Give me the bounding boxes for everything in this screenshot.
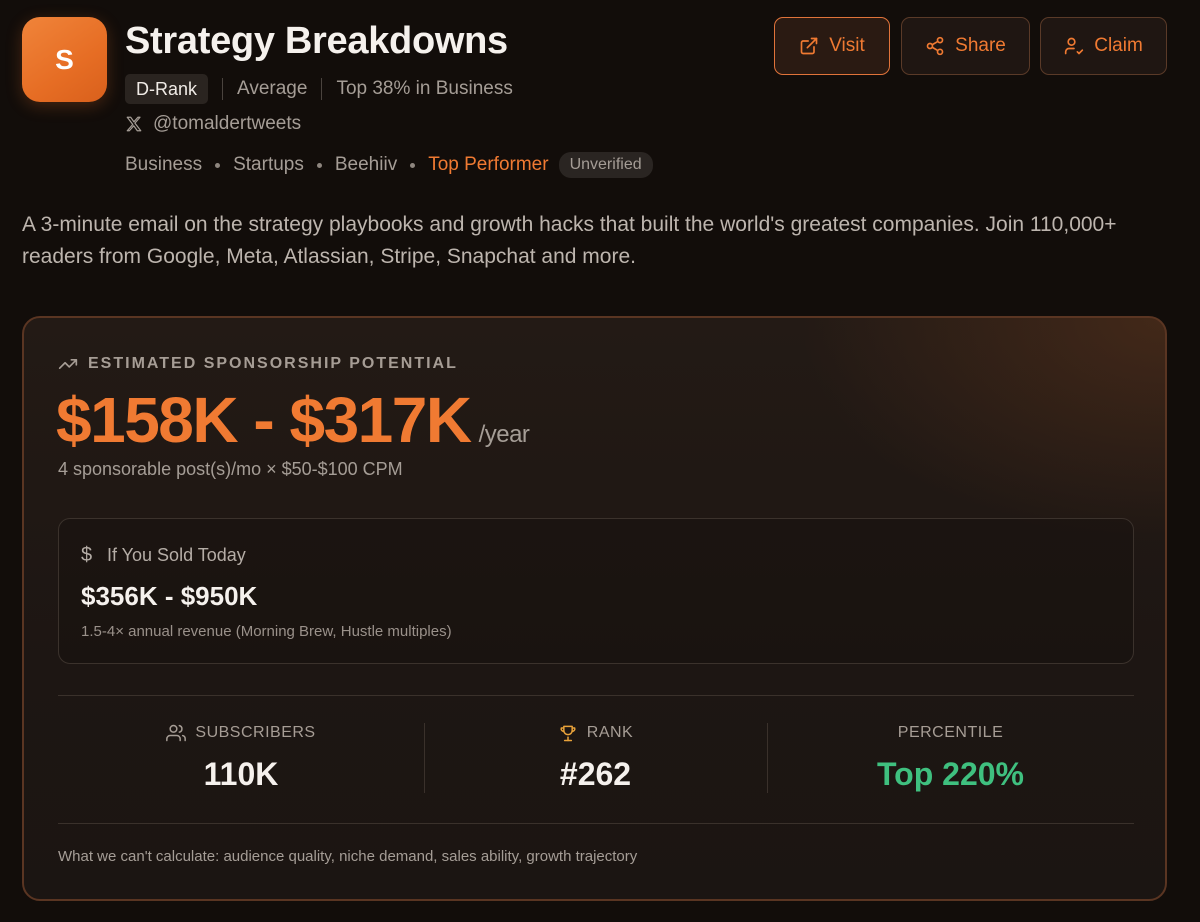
rank-meta-row: D-Rank Average Top 38% in Business (125, 74, 513, 104)
stats-divider-bottom (58, 823, 1134, 824)
share-icon (926, 36, 944, 56)
social-handle[interactable]: @tomaldertweets (153, 113, 301, 135)
rank-badge: D-Rank (125, 74, 209, 104)
tag-separator (316, 162, 322, 168)
sponsorship-calc-note: 4 sponsorable post(s)/mo × $50-$100 CPM (58, 459, 403, 479)
tag-beehiiv[interactable]: Beehiiv (335, 154, 397, 176)
calculation-footnote: What we can't calculate: audience qualit… (58, 848, 638, 865)
verification-badge: Unverified (558, 152, 653, 178)
sponsorship-range-value: $158K - $317K (56, 384, 472, 456)
newsletter-profile-page: S Strategy Breakdowns D-Rank Average Top… (0, 0, 1200, 922)
tag-separator (410, 162, 416, 168)
meta-divider (321, 78, 323, 100)
users-icon (166, 724, 187, 742)
sold-today-heading-text: If You Sold Today (107, 544, 246, 565)
claim-label: Claim (1094, 35, 1143, 56)
tag-business[interactable]: Business (125, 154, 202, 176)
visit-label: Visit (829, 35, 865, 56)
stats-divider-top (58, 695, 1134, 696)
top-percent-text: Top 38% in Business (336, 78, 513, 99)
stat-percentile: PERCENTILE Top 220% (767, 713, 1134, 803)
sponsorship-card: ESTIMATED SPONSORSHIP POTENTIAL $158K - … (22, 316, 1167, 901)
x-logo-icon (125, 115, 143, 133)
percentile-value: Top 220% (877, 756, 1024, 792)
stat-subscribers: SUBSCRIBERS 110K (58, 713, 424, 803)
tag-startups[interactable]: Startups (233, 154, 304, 176)
subscribers-label-text: SUBSCRIBERS (195, 724, 316, 741)
tag-separator (215, 162, 221, 168)
subscribers-value: 110K (203, 756, 279, 792)
sponsorship-label-text: ESTIMATED SPONSORSHIP POTENTIAL (88, 355, 458, 372)
sold-today-heading: $ If You Sold Today (81, 543, 246, 567)
stat-rank: RANK #262 (424, 713, 767, 803)
trending-up-icon (58, 359, 78, 369)
share-button[interactable]: Share (901, 17, 1030, 75)
sponsorship-period: /year (478, 421, 530, 448)
social-handle-row[interactable]: @tomaldertweets (125, 110, 301, 138)
logo-letter: S (55, 43, 74, 75)
trophy-icon (560, 725, 576, 742)
sold-today-range: $356K - $950K (81, 581, 258, 611)
rank-value: #262 (559, 756, 632, 792)
page-title: Strategy Breakdowns (125, 20, 508, 62)
subscribers-label: SUBSCRIBERS (58, 721, 424, 745)
sponsorship-section-label: ESTIMATED SPONSORSHIP POTENTIAL (58, 353, 458, 375)
percentile-label: PERCENTILE (767, 721, 1134, 745)
dollar-icon: $ (81, 543, 93, 566)
rating-text: Average (237, 78, 308, 99)
newsletter-description: A 3-minute email on the strategy playboo… (22, 213, 1117, 268)
rank-label: RANK (424, 721, 767, 745)
rank-label-text: RANK (586, 724, 634, 741)
external-link-icon (800, 37, 818, 55)
tag-top-performer: Top Performer (428, 154, 549, 175)
visit-button[interactable]: Visit (774, 17, 890, 75)
sold-today-box: $ If You Sold Today $356K - $950K 1.5-4×… (58, 518, 1134, 664)
sold-today-note: 1.5-4× annual revenue (Morning Brew, Hus… (81, 623, 452, 640)
claim-button[interactable]: Claim (1040, 17, 1167, 75)
category-tags: Business Startups Beehiiv Top Performer … (125, 150, 653, 180)
meta-divider (222, 78, 224, 100)
newsletter-logo: S (22, 17, 107, 102)
user-check-icon (1065, 37, 1084, 55)
percentile-label-text: PERCENTILE (897, 724, 1004, 741)
share-label: Share (955, 35, 1006, 56)
